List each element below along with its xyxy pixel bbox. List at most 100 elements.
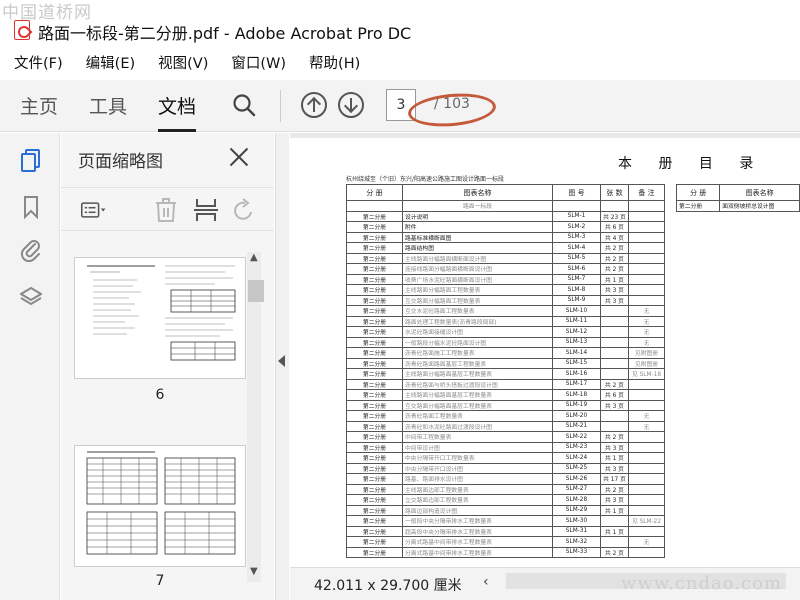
attachment-icon[interactable]	[20, 238, 42, 262]
extract-pages-icon[interactable]	[193, 198, 219, 222]
trash-icon[interactable]	[153, 198, 179, 222]
name-cell: 路面处理工程数量表(沥青路段局部)	[402, 315, 553, 327]
part-cell: 第二分册	[346, 525, 403, 537]
count-cell: 共 3 页	[600, 462, 629, 474]
panel-collapse-strip[interactable]	[275, 133, 289, 600]
count-cell: 共 3 页	[600, 294, 629, 306]
count-cell	[600, 420, 629, 432]
number-cell: SLM-10	[552, 305, 601, 317]
table-row: 第二分册 沥青砼路面施工工程数量表 SLM-14 见附图册	[346, 347, 665, 359]
table-row: 第二分册 收费广场水泥砼路面横断面设计图 SLM-7 共 1 页	[346, 273, 665, 285]
table-row: 第二分册 立交路面边部工程数量表 SLM-28 共 3 页	[346, 494, 665, 506]
name-cell: 一般路段分幅水泥砼路面设计图	[402, 336, 553, 348]
name-cell: 沥青砼路面施工工程数量表	[402, 347, 553, 359]
next-page-button[interactable]	[338, 92, 364, 118]
name-cell: 互交水泥砼路面工程数量表	[402, 305, 553, 317]
layers-icon[interactable]	[20, 285, 42, 309]
table-row: 第二分册 主线路面分幅路面横断面设计图 SLM-5 共 2 页	[346, 252, 665, 264]
part-cell: 第二分册	[346, 462, 403, 474]
note-cell	[628, 441, 665, 453]
table-row: 第二分册 沥青砼路面路面基层工程数量表 SLM-15 见附图册	[346, 357, 665, 369]
part-cell: 第二分册	[346, 284, 403, 296]
close-icon[interactable]	[229, 147, 249, 167]
name-cell: 附件	[402, 221, 553, 233]
name-cell: 沥青砼路面工程数量表	[402, 410, 553, 422]
count-cell	[600, 336, 629, 348]
number-cell: SLM-7	[552, 273, 601, 285]
page-thumbnails-icon[interactable]	[20, 149, 42, 173]
note-cell	[628, 462, 665, 474]
name-cell: 超高段中央分隔带排水工程数量表	[402, 525, 553, 537]
name-cell: 一般段中央分隔带排水工程数量表	[402, 515, 553, 527]
table-row: 第二分册 一般路段分幅水泥砼路面设计图 SLM-13 无	[346, 336, 665, 348]
toolbar: 主页 工具 文档 / 103	[0, 80, 800, 132]
menu-bar: 文件(F) 编辑(E) 视图(V) 窗口(W) 帮助(H)	[0, 50, 369, 76]
scroll-down-arrow-icon[interactable]: ▼	[250, 566, 258, 577]
part-cell: 第二分册	[346, 242, 403, 254]
table-row: 第二分册 附件 SLM-2 共 6 页	[346, 221, 665, 233]
bookmark-icon[interactable]	[20, 195, 42, 219]
part-cell: 第二分册	[346, 452, 403, 464]
table-cell: 第二分册	[675, 200, 721, 212]
document-heading: 本 册 目 录	[618, 156, 765, 172]
number-cell: SLM-12	[552, 326, 601, 338]
menu-file[interactable]: 文件(F)	[0, 50, 72, 76]
table-row: 第二分册 超高段中央分隔带排水工程数量表 SLM-31 共 1 页	[346, 525, 665, 537]
panel-title: 页面缩略图	[78, 152, 163, 172]
menu-help[interactable]: 帮助(H)	[295, 50, 369, 76]
note-cell: 无	[628, 315, 665, 327]
name-cell: 沥青砼路面路面基层工程数量表	[402, 357, 553, 369]
document-subtitle: 杭州绕城至（个旧）东兴/阳高速公路施工图设计路面一标段	[346, 176, 505, 183]
note-cell	[628, 483, 665, 495]
menu-edit[interactable]: 编辑(E)	[72, 50, 144, 76]
count-cell: 共 1 页	[600, 273, 629, 285]
collapse-panel-arrow-icon[interactable]	[278, 355, 285, 367]
number-cell: SLM-13	[552, 336, 601, 348]
tab-document[interactable]: 文档	[158, 92, 197, 132]
number-cell: SLM-14	[552, 347, 601, 359]
thumbnail-scrollbar-thumb[interactable]	[248, 280, 264, 302]
number-cell: SLM-4	[552, 242, 601, 254]
rotate-icon[interactable]	[231, 198, 257, 222]
number-cell: SLM-8	[552, 284, 601, 296]
note-cell	[628, 294, 665, 306]
count-cell: 共 23 页	[600, 210, 629, 222]
number-cell: SLM-19	[552, 399, 601, 411]
note-cell	[628, 452, 665, 464]
menu-window[interactable]: 窗口(W)	[217, 50, 295, 76]
page-thumbnail[interactable]	[74, 445, 246, 567]
name-cell: 主线路面边部工程数量表	[402, 483, 553, 495]
part-cell: 第二分册	[346, 504, 403, 516]
name-cell: 中间带工程数量表	[402, 431, 553, 443]
page-thumbnail[interactable]	[74, 257, 246, 379]
document-viewport[interactable]: 本 册 目 录 杭州绕城至（个旧）东兴/阳高速公路施工图设计路面一标段 分 册 …	[290, 133, 800, 567]
thumbnail-options-icon[interactable]	[81, 198, 107, 222]
acrobat-pdf-icon	[14, 20, 30, 40]
name-cell: 路面结构图	[402, 242, 553, 254]
tab-home[interactable]: 主页	[20, 92, 58, 119]
thumbnail-page-number: 7	[155, 573, 165, 589]
table-row: 第二分册 中央分隔带开口工程数量表 SLM-24 共 1 页	[346, 452, 665, 464]
scroll-up-arrow-icon[interactable]: ▲	[250, 252, 258, 263]
table-row: 第二分册 中央分隔带开口设计图 SLM-25 共 3 页	[346, 462, 665, 474]
number-cell: SLM-1	[552, 210, 601, 222]
number-cell: SLM-18	[552, 389, 601, 401]
note-cell	[628, 546, 665, 558]
panel-toolbar	[61, 187, 274, 231]
scroll-left-arrow-icon[interactable]: ‹	[483, 574, 489, 590]
note-cell: 无	[628, 536, 665, 548]
table-cell: 面双侧坡桥总设计图	[719, 200, 800, 212]
menu-view[interactable]: 视图(V)	[144, 50, 217, 76]
previous-page-button[interactable]	[301, 92, 327, 118]
name-cell: 主线路面分幅路面工程数量表	[402, 284, 553, 296]
table-row: 第二分册 路面处理工程数量表(沥青路段局部) SLM-11 无	[346, 315, 665, 327]
note-cell	[628, 399, 665, 411]
table-row: 第二分册 分离式路基中间带排水工程数量表 SLM-32 无	[346, 536, 665, 548]
name-cell: 立交路面边部工程数量表	[402, 494, 553, 506]
search-icon[interactable]	[232, 93, 256, 117]
note-cell	[628, 263, 665, 275]
tab-tools[interactable]: 工具	[89, 92, 127, 119]
note-cell	[628, 231, 665, 243]
table-row: 第二分册 主线路面分幅路面工程数量表 SLM-8 共 3 页	[346, 284, 665, 296]
part-cell: 第二分册	[346, 368, 403, 380]
